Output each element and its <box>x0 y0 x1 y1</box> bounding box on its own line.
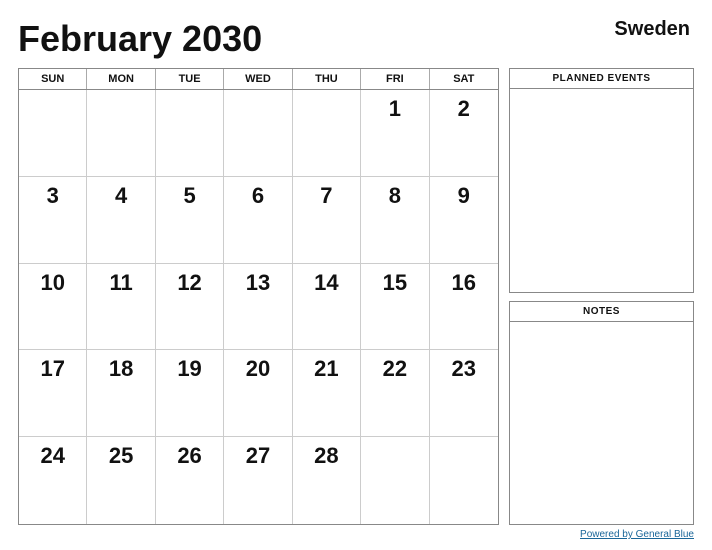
calendar-day: 19 <box>156 350 224 437</box>
calendar-day <box>361 437 429 524</box>
notes-title: NOTES <box>510 302 693 322</box>
day-header: WED <box>224 69 292 89</box>
calendar-day: 27 <box>224 437 292 524</box>
day-header: FRI <box>361 69 429 89</box>
calendar-day: 17 <box>19 350 87 437</box>
calendar-day: 16 <box>430 264 498 351</box>
calendar-day: 10 <box>19 264 87 351</box>
calendar-day: 2 <box>430 90 498 177</box>
calendar-day: 11 <box>87 264 155 351</box>
calendar-page: February 2030 Sweden SUNMONTUEWEDTHUFRIS… <box>0 0 712 550</box>
calendar-day: 8 <box>361 177 429 264</box>
day-header: TUE <box>156 69 224 89</box>
month-title: February 2030 <box>18 18 262 60</box>
day-header: MON <box>87 69 155 89</box>
calendar-day: 21 <box>293 350 361 437</box>
calendar-day: 4 <box>87 177 155 264</box>
day-headers: SUNMONTUEWEDTHUFRISAT <box>19 69 498 90</box>
calendar-day <box>87 90 155 177</box>
calendar-day: 22 <box>361 350 429 437</box>
calendar-day: 3 <box>19 177 87 264</box>
calendar-day: 14 <box>293 264 361 351</box>
calendar-day <box>293 90 361 177</box>
day-header: SUN <box>19 69 87 89</box>
calendar-day: 26 <box>156 437 224 524</box>
planned-events-box: PLANNED EVENTS <box>509 68 694 293</box>
header-row: February 2030 Sweden <box>18 18 694 60</box>
planned-events-content <box>510 89 693 292</box>
calendar-day <box>430 437 498 524</box>
calendar-day: 7 <box>293 177 361 264</box>
calendar-day: 25 <box>87 437 155 524</box>
calendar-day <box>156 90 224 177</box>
calendar-day: 13 <box>224 264 292 351</box>
planned-events-title: PLANNED EVENTS <box>510 69 693 89</box>
main-content: SUNMONTUEWEDTHUFRISAT 123456789101112131… <box>18 68 694 525</box>
footer: Powered by General Blue <box>18 529 694 540</box>
calendar-day <box>19 90 87 177</box>
calendar-day: 20 <box>224 350 292 437</box>
calendar-grid: 1234567891011121314151617181920212223242… <box>19 90 498 524</box>
calendar-day: 28 <box>293 437 361 524</box>
calendar-section: SUNMONTUEWEDTHUFRISAT 123456789101112131… <box>18 68 499 525</box>
notes-content <box>510 322 693 525</box>
calendar-day: 12 <box>156 264 224 351</box>
country-title: Sweden <box>614 18 694 41</box>
calendar-day: 24 <box>19 437 87 524</box>
day-header: THU <box>293 69 361 89</box>
side-section: PLANNED EVENTS NOTES <box>509 68 694 525</box>
calendar-day: 5 <box>156 177 224 264</box>
calendar-day: 6 <box>224 177 292 264</box>
day-header: SAT <box>430 69 498 89</box>
calendar-day: 1 <box>361 90 429 177</box>
calendar-day: 9 <box>430 177 498 264</box>
calendar-day <box>224 90 292 177</box>
powered-by-link[interactable]: Powered by General Blue <box>580 529 694 540</box>
notes-box: NOTES <box>509 301 694 526</box>
calendar-day: 23 <box>430 350 498 437</box>
calendar-day: 18 <box>87 350 155 437</box>
calendar-day: 15 <box>361 264 429 351</box>
